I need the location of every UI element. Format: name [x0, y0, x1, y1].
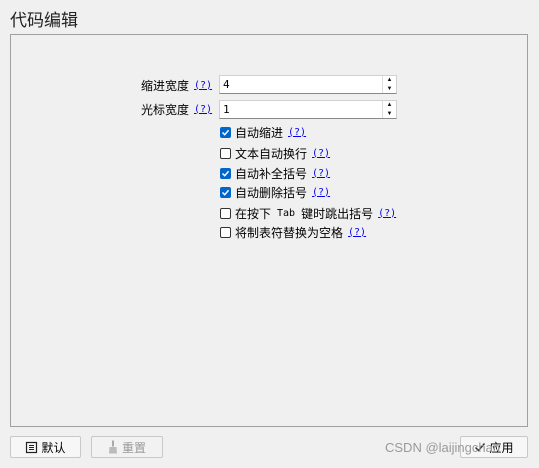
option-help-link[interactable]: (?)	[312, 168, 330, 179]
option-label-after: 键时跳出括号	[301, 206, 374, 221]
checkbox-checked-icon[interactable]	[220, 186, 231, 198]
tabs-to-spaces-option[interactable]: 将制表符替换为空格 (?)	[220, 222, 366, 242]
checkbox-unchecked-icon[interactable]	[220, 226, 231, 238]
cursor-help-link[interactable]: (?)	[194, 104, 212, 115]
checkbox-checked-icon[interactable]	[220, 167, 231, 179]
spin-down-icon[interactable]: ▼	[383, 85, 396, 94]
spin-up-icon[interactable]: ▲	[383, 76, 396, 85]
default-button[interactable]: 默认	[10, 436, 81, 458]
indent-help-link[interactable]: (?)	[194, 80, 212, 91]
document-icon	[25, 441, 38, 454]
indent-value[interactable]: 4	[220, 78, 382, 91]
spin-down-icon[interactable]: ▼	[383, 110, 396, 119]
option-help-link[interactable]: (?)	[312, 187, 330, 198]
auto-indent-option[interactable]: 自动缩进 (?)	[220, 122, 306, 142]
indent-row: 缩进宽度 (?)	[141, 75, 212, 95]
option-help-link[interactable]: (?)	[348, 227, 366, 238]
broom-icon	[108, 440, 118, 454]
option-label-before: 在按下	[235, 206, 272, 221]
option-help-link[interactable]: (?)	[378, 208, 396, 219]
option-help-link[interactable]: (?)	[288, 127, 306, 138]
page-title: 代码编辑	[10, 11, 78, 30]
cursor-spinbox[interactable]: 1 ▲ ▼	[219, 100, 397, 119]
settings-panel: 缩进宽度 (?) 4 ▲ ▼ 光标宽度 (?) 1 ▲ ▼ 自动缩进 (?) 文…	[10, 34, 528, 427]
checkbox-checked-icon[interactable]	[220, 126, 231, 138]
indent-label: 缩进宽度	[141, 78, 190, 93]
tab-key-label: Tab	[277, 207, 296, 219]
reset-button-label: 重置	[121, 440, 146, 455]
watermark: CSDN @laijingchan	[385, 440, 501, 455]
option-label: 自动删除括号	[235, 185, 308, 200]
auto-delete-brackets-option[interactable]: 自动删除括号 (?)	[220, 182, 330, 202]
option-help-link[interactable]: (?)	[312, 148, 330, 159]
word-wrap-option[interactable]: 文本自动换行 (?)	[220, 143, 330, 163]
tab-skip-brackets-option[interactable]: 在按下 Tab 键时跳出括号 (?)	[220, 203, 396, 223]
spin-up-icon[interactable]: ▲	[383, 101, 396, 110]
option-label: 自动缩进	[235, 125, 284, 140]
reset-button[interactable]: 重置	[91, 436, 163, 458]
option-label: 文本自动换行	[235, 146, 308, 161]
cursor-row: 光标宽度 (?)	[141, 99, 212, 119]
checkbox-unchecked-icon[interactable]	[220, 207, 231, 219]
indent-spinbox[interactable]: 4 ▲ ▼	[219, 75, 397, 94]
cursor-label: 光标宽度	[141, 102, 190, 117]
cursor-value[interactable]: 1	[220, 103, 382, 116]
option-label: 将制表符替换为空格	[235, 225, 344, 240]
default-button-label: 默认	[41, 440, 66, 455]
option-label: 自动补全括号	[235, 166, 308, 181]
checkbox-unchecked-icon[interactable]	[220, 147, 231, 159]
auto-close-brackets-option[interactable]: 自动补全括号 (?)	[220, 163, 330, 183]
